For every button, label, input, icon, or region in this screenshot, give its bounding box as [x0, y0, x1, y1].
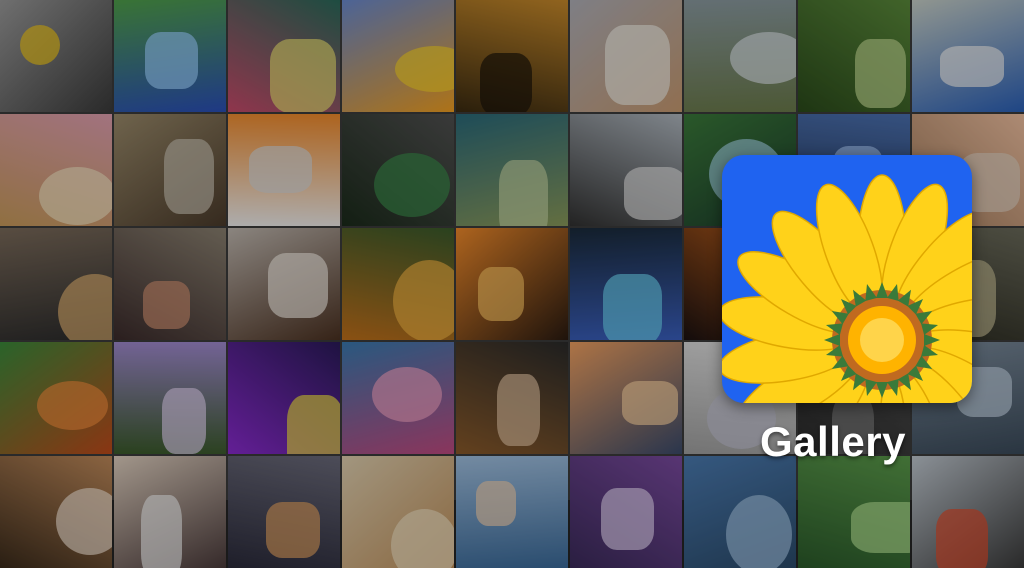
photo-subject — [249, 146, 312, 193]
photo-subject — [56, 488, 112, 555]
photo-subject — [37, 381, 108, 430]
photo-subject — [936, 509, 988, 568]
photo-subject — [476, 481, 516, 526]
photo-forest-path[interactable] — [798, 0, 910, 112]
photo-kids-hats[interactable] — [0, 456, 112, 568]
photo-subject — [499, 160, 548, 226]
photo-running-shoes[interactable] — [114, 114, 226, 226]
sunflower-icon — [722, 174, 972, 403]
photo-puppy-kitten[interactable] — [0, 114, 112, 226]
photo-subject — [268, 253, 328, 318]
photo-subject — [391, 509, 454, 568]
photo-subject — [20, 25, 60, 65]
photo-horse-running[interactable] — [456, 342, 568, 454]
app-title: Gallery — [760, 418, 906, 465]
photo-subject — [601, 488, 654, 550]
photo-woman-portrait-1[interactable] — [0, 228, 112, 340]
app-icon — [722, 155, 972, 403]
photo-motorcycle[interactable] — [570, 114, 682, 226]
photo-wisteria-tunnel[interactable] — [114, 342, 226, 454]
photo-rock-falls[interactable] — [684, 0, 796, 112]
photo-couple-jump-sunset[interactable] — [456, 228, 568, 340]
photo-subject — [270, 39, 336, 112]
photo-subject — [141, 495, 182, 568]
photo-subject — [851, 502, 910, 553]
photo-eggs-apricots[interactable] — [228, 114, 340, 226]
photo-subject — [603, 274, 662, 340]
photo-hands-sky[interactable] — [456, 456, 568, 568]
photo-subject — [143, 281, 190, 329]
photo-subject — [372, 367, 442, 422]
photo-mountain-sunset[interactable] — [228, 456, 340, 568]
photo-tigers[interactable] — [342, 228, 454, 340]
photo-hands-glowing[interactable] — [228, 0, 340, 112]
photo-blue-flower-glass[interactable] — [570, 228, 682, 340]
photo-subject — [497, 374, 540, 446]
photo-subject — [393, 260, 454, 340]
photo-subject — [855, 39, 906, 108]
photo-birds-purple-sky[interactable] — [570, 456, 682, 568]
photo-blue-jay[interactable] — [912, 0, 1024, 112]
photo-runner[interactable] — [912, 456, 1024, 568]
photo-subject — [622, 381, 678, 425]
photo-woman-portrait-2[interactable] — [114, 228, 226, 340]
photo-blue-landscape[interactable] — [684, 456, 796, 568]
photo-subject — [266, 502, 320, 558]
photo-subject — [287, 395, 340, 454]
photo-autumn-trees[interactable] — [0, 342, 112, 454]
photo-sports-car[interactable] — [342, 114, 454, 226]
photo-giraffes-sunset[interactable] — [456, 0, 568, 112]
photo-subject — [605, 25, 670, 105]
photo-green-meadow[interactable] — [798, 456, 910, 568]
photo-subject — [940, 46, 1004, 87]
photo-subject — [374, 153, 450, 217]
photo-subject — [39, 167, 112, 225]
photo-subject — [478, 267, 524, 321]
photo-underwater-flowers[interactable] — [342, 342, 454, 454]
photo-woman-sunglasses[interactable] — [228, 228, 340, 340]
photo-sea-turtle[interactable] — [456, 114, 568, 226]
photo-stones-balance[interactable] — [570, 342, 682, 454]
photo-subject — [730, 32, 796, 84]
photo-wedding-beach[interactable] — [570, 0, 682, 112]
photo-subject — [58, 274, 112, 340]
photo-purple-flower-butterfly[interactable] — [228, 342, 340, 454]
photo-subject — [145, 32, 198, 89]
flower-core — [860, 318, 904, 362]
photo-waterfall[interactable] — [114, 0, 226, 112]
photo-subject — [480, 53, 532, 112]
photo-flowers-on-stones[interactable] — [0, 0, 112, 112]
photo-woman-reading[interactable] — [342, 456, 454, 568]
photo-subject — [624, 167, 682, 220]
photo-parrots[interactable] — [342, 0, 454, 112]
photo-subject — [162, 388, 206, 454]
photo-subject — [726, 495, 792, 568]
photo-child-cup[interactable] — [114, 456, 226, 568]
photo-subject — [164, 139, 214, 214]
photo-subject — [395, 46, 454, 92]
